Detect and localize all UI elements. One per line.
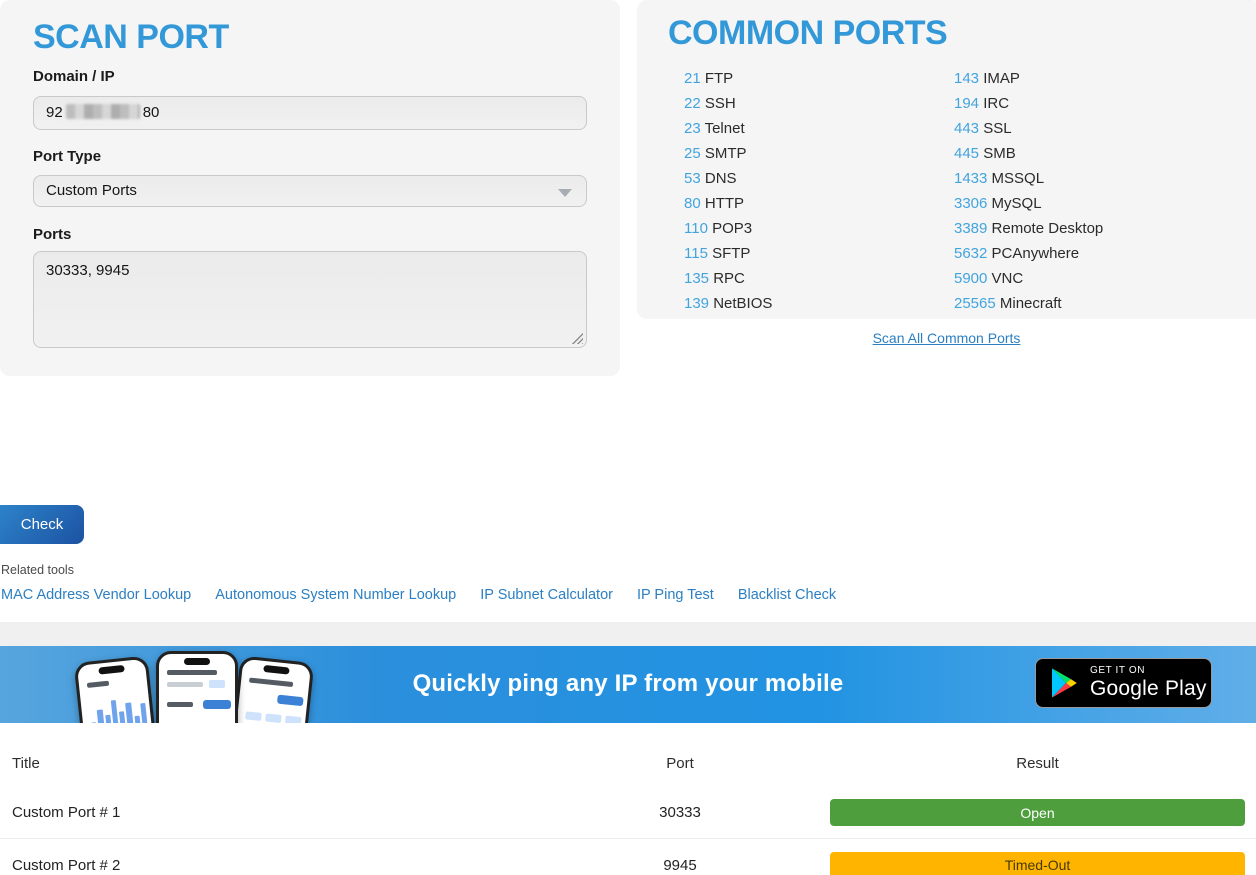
domain-ip-input[interactable]: 92 80 bbox=[33, 96, 587, 130]
result-port: 9945 bbox=[620, 857, 740, 874]
mobile-app-banner[interactable]: Quickly ping any IP from your mobile GET… bbox=[0, 646, 1256, 723]
chevron-down-icon bbox=[558, 189, 572, 197]
port-link-mysql[interactable]: 3306 MySQL bbox=[954, 191, 1103, 216]
phone-mockup-ping-chart bbox=[74, 655, 161, 723]
domain-ip-label: Domain / IP bbox=[33, 68, 115, 85]
port-type-selected-value: Custom Ports bbox=[46, 182, 137, 199]
port-link-dns[interactable]: 53 DNS bbox=[684, 166, 772, 191]
port-type-label: Port Type bbox=[33, 148, 101, 165]
common-ports-title: COMMON PORTS bbox=[668, 14, 947, 53]
link-ip-subnet-calculator[interactable]: IP Subnet Calculator bbox=[480, 587, 613, 603]
related-tools-links: MAC Address Vendor Lookup Autonomous Sys… bbox=[1, 587, 901, 603]
port-link-vnc[interactable]: 5900 VNC bbox=[954, 266, 1103, 291]
common-ports-panel: COMMON PORTS 21 FTP 22 SSH 23 Telnet 25 … bbox=[637, 0, 1256, 319]
table-row: Custom Port # 2 9945 Timed-Out bbox=[0, 839, 1256, 875]
google-play-icon bbox=[1049, 667, 1079, 699]
port-link-ssh[interactable]: 22 SSH bbox=[684, 91, 772, 116]
common-ports-column-1: 21 FTP 22 SSH 23 Telnet 25 SMTP 53 DNS 8… bbox=[684, 66, 772, 316]
port-link-mssql[interactable]: 1433 MSSQL bbox=[954, 166, 1103, 191]
port-link-http[interactable]: 80 HTTP bbox=[684, 191, 772, 216]
domain-ip-value-prefix: 92 bbox=[46, 104, 63, 121]
status-badge-timed-out: Timed-Out bbox=[830, 852, 1245, 875]
port-scanner-page: SCAN PORT Domain / IP 92 80 Port Type Cus… bbox=[0, 0, 1256, 875]
port-link-imap[interactable]: 143 IMAP bbox=[954, 66, 1103, 91]
port-link-pop3[interactable]: 110 POP3 bbox=[684, 216, 772, 241]
results-header-row: Title Port Result bbox=[0, 723, 1256, 787]
port-link-irc[interactable]: 194 IRC bbox=[954, 91, 1103, 116]
header-title: Title bbox=[0, 755, 620, 772]
port-link-rpc[interactable]: 135 RPC bbox=[684, 266, 772, 291]
section-divider-strip bbox=[0, 622, 1256, 646]
link-blacklist-check[interactable]: Blacklist Check bbox=[738, 587, 836, 603]
result-title: Custom Port # 2 bbox=[0, 857, 620, 874]
port-link-netbios[interactable]: 139 NetBIOS bbox=[684, 291, 772, 316]
domain-ip-redacted-blur bbox=[66, 104, 140, 119]
link-asn-lookup[interactable]: Autonomous System Number Lookup bbox=[215, 587, 456, 603]
resize-grip-icon[interactable] bbox=[571, 332, 583, 344]
port-link-sftp[interactable]: 115 SFTP bbox=[684, 241, 772, 266]
result-title: Custom Port # 1 bbox=[0, 804, 620, 821]
port-link-telnet[interactable]: 23 Telnet bbox=[684, 116, 772, 141]
link-mac-address-vendor-lookup[interactable]: MAC Address Vendor Lookup bbox=[1, 587, 191, 603]
link-ip-ping-test[interactable]: IP Ping Test bbox=[637, 587, 714, 603]
port-link-minecraft[interactable]: 25565 Minecraft bbox=[954, 291, 1103, 316]
phone-mockup-tools-form bbox=[228, 655, 315, 723]
ports-value: 30333, 9945 bbox=[46, 262, 129, 279]
ports-label: Ports bbox=[33, 226, 71, 243]
port-link-smtp[interactable]: 25 SMTP bbox=[684, 141, 772, 166]
check-button[interactable]: Check bbox=[0, 505, 84, 544]
ports-textarea[interactable]: 30333, 9945 bbox=[33, 251, 587, 348]
scan-all-wrap: Scan All Common Ports bbox=[637, 330, 1256, 348]
table-row: Custom Port # 1 30333 Open bbox=[0, 787, 1256, 839]
header-port: Port bbox=[620, 755, 740, 772]
port-link-pcanywhere[interactable]: 5632 PCAnywhere bbox=[954, 241, 1103, 266]
header-result: Result bbox=[740, 755, 1256, 772]
related-tools-heading: Related tools bbox=[1, 563, 74, 577]
port-link-ssl[interactable]: 443 SSL bbox=[954, 116, 1103, 141]
scan-all-common-ports-link[interactable]: Scan All Common Ports bbox=[873, 330, 1021, 346]
port-link-ftp[interactable]: 21 FTP bbox=[684, 66, 772, 91]
scan-port-title: SCAN PORT bbox=[33, 18, 229, 57]
port-link-remote-desktop[interactable]: 3389 Remote Desktop bbox=[954, 216, 1103, 241]
result-port: 30333 bbox=[620, 804, 740, 821]
status-badge-open: Open bbox=[830, 799, 1245, 826]
phone-mockup-dns-propagation bbox=[156, 651, 238, 723]
phone-mockups-image bbox=[58, 650, 322, 723]
scan-port-panel: SCAN PORT Domain / IP 92 80 Port Type Cus… bbox=[0, 0, 620, 376]
port-link-smb[interactable]: 445 SMB bbox=[954, 141, 1103, 166]
play-badge-get-it-on: GET IT ON bbox=[1090, 665, 1207, 676]
port-type-select[interactable]: Custom Ports bbox=[33, 175, 587, 207]
scan-results-table: Title Port Result Custom Port # 1 30333 … bbox=[0, 723, 1256, 875]
google-play-badge[interactable]: GET IT ON Google Play bbox=[1035, 658, 1212, 708]
domain-ip-value-suffix: 80 bbox=[143, 104, 160, 121]
common-ports-column-2: 143 IMAP 194 IRC 443 SSL 445 SMB 1433 MS… bbox=[954, 66, 1103, 316]
play-badge-google-play: Google Play bbox=[1090, 677, 1207, 701]
